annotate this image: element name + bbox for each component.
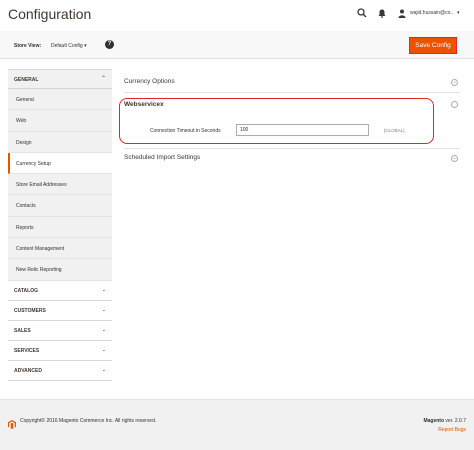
sidebar-item-label: Web: [16, 118, 27, 125]
sidebar-item-content-management[interactable]: Content Management: [8, 238, 112, 260]
sidebar-item-general[interactable]: General: [8, 89, 112, 111]
scope-bar: Store View: Default Config ▾ ? Save Conf…: [0, 31, 474, 59]
expand-icon[interactable]: ⌄: [451, 155, 458, 162]
timeout-input[interactable]: [236, 124, 369, 136]
chevron-down-icon: ⌄: [101, 346, 106, 353]
report-bugs-link[interactable]: Report Bugs: [438, 427, 466, 433]
sidebar-section-sales[interactable]: SALES ⌄: [8, 320, 112, 341]
sidebar-general-items: General Web Design Currency Setup Store …: [8, 89, 112, 281]
scope-note: [GLOBAL]: [384, 128, 405, 133]
sidebar-section-label: CUSTOMERS: [14, 307, 46, 314]
chevron-down-icon: ▾: [84, 43, 87, 49]
sidebar-item-web[interactable]: Web: [8, 110, 112, 132]
sidebar-section-advanced[interactable]: ADVANCED ⌄: [8, 360, 112, 381]
sidebar-item-label: General: [16, 97, 34, 103]
sidebar-item-label: Reports: [16, 224, 34, 231]
version-brand: Magento: [423, 418, 445, 424]
search-icon[interactable]: [357, 8, 367, 21]
sidebar-item-currency-setup[interactable]: Currency Setup: [8, 152, 112, 175]
store-view-value: Default Config: [51, 43, 83, 49]
divider: [124, 92, 460, 93]
sidebar-item-label: Contacts: [16, 203, 36, 210]
divider: [124, 148, 460, 149]
chevron-down-icon: ⌄: [101, 306, 106, 313]
magento-logo-icon: [8, 416, 16, 429]
save-config-button[interactable]: Save Config: [409, 37, 457, 54]
chevron-down-icon: ⌄: [101, 326, 106, 333]
sidebar-section-customers[interactable]: CUSTOMERS ⌄: [8, 300, 112, 321]
sidebar-item-design[interactable]: Design: [8, 132, 112, 153]
store-view-label: Store View:: [14, 43, 42, 49]
sidebar-section-services[interactable]: SERVICES ⌄: [8, 340, 112, 361]
sidebar-section-label: SERVICES: [14, 347, 40, 354]
page-footer: Copyright© 2016 Magento Commerce Inc. Al…: [0, 399, 474, 450]
user-name[interactable]: wajid.hussain@co..: [410, 10, 453, 16]
config-sidebar: GENERAL ⌃ General Web Design Currency Se…: [8, 69, 112, 381]
sidebar-item-label: Currency Setup: [16, 160, 51, 167]
expand-icon[interactable]: ⌄: [451, 79, 458, 86]
page-header: Configuration wajid.hussain@co.. ▾: [0, 0, 474, 30]
copyright-text: Copyright© 2016 Magento Commerce Inc. Al…: [20, 418, 157, 424]
collapse-icon[interactable]: ⌃: [451, 101, 458, 108]
chevron-up-icon: ⌃: [100, 76, 106, 82]
bell-icon[interactable]: [378, 9, 386, 20]
chevron-down-icon: ⌄: [101, 366, 106, 373]
sidebar-item-store-email-addresses[interactable]: Store Email Addresses: [8, 174, 112, 196]
sidebar-item-label: Design: [16, 139, 32, 146]
sidebar-section-label: CATALOG: [14, 287, 38, 294]
sidebar-section-label: SALES: [14, 327, 31, 334]
sidebar-item-label: Content Management: [16, 246, 65, 253]
help-icon[interactable]: ?: [105, 40, 114, 49]
sidebar-item-contacts[interactable]: Contacts: [8, 195, 112, 217]
scheduled-import-section-title[interactable]: Scheduled Import Settings: [124, 154, 200, 161]
page-title: Configuration: [8, 6, 92, 22]
sidebar-item-reports[interactable]: Reports: [8, 217, 112, 239]
sidebar-section-catalog[interactable]: CATALOG ⌄: [8, 280, 112, 301]
sidebar-section-label: ADVANCED: [14, 367, 42, 374]
version-info: Magento ver. 2.0.7: [423, 418, 466, 424]
sidebar-item-label: New Relic Reporting: [16, 267, 62, 274]
user-menu-chevron-down-icon[interactable]: ▾: [457, 10, 460, 16]
sidebar-section-general[interactable]: GENERAL ⌃: [8, 69, 112, 89]
currency-options-section-title[interactable]: Currency Options: [124, 78, 175, 85]
store-view-switcher[interactable]: Default Config ▾: [51, 43, 87, 49]
user-icon[interactable]: [398, 9, 406, 20]
webservicex-section-title[interactable]: Webservicex: [124, 101, 164, 108]
version-number: ver. 2.0.7: [444, 418, 466, 424]
highlight-box: [119, 98, 434, 144]
sidebar-item-new-relic-reporting[interactable]: New Relic Reporting: [8, 259, 112, 281]
sidebar-item-label: Store Email Addresses: [16, 182, 67, 189]
sidebar-section-label: GENERAL: [14, 77, 39, 83]
chevron-down-icon: ⌄: [101, 286, 106, 293]
timeout-field-label: Connection Timeout in Seconds: [150, 128, 221, 134]
